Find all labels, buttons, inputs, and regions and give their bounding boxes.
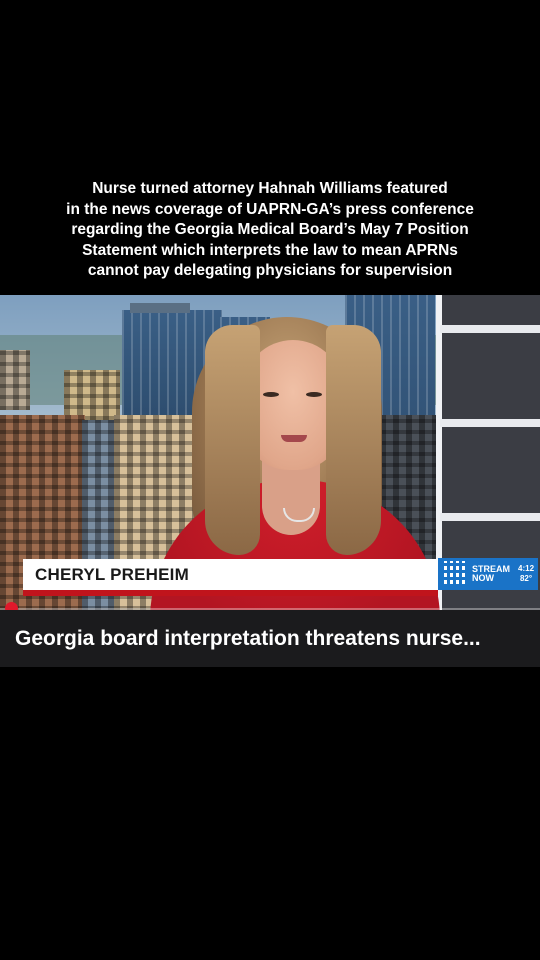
anchor-hair-right	[326, 325, 381, 555]
qr-code-icon	[441, 561, 467, 587]
anchor-name: CHERYL PREHEIM	[35, 564, 189, 584]
stream-now-bug: STREAM NOW 4:12 82°	[438, 558, 538, 590]
studio-light-bar	[440, 419, 540, 427]
headline-text: Georgia board interpretation threatens n…	[15, 626, 481, 650]
building	[130, 303, 190, 313]
time-weather: 4:12 82°	[518, 564, 534, 584]
video-progress-scrubber[interactable]	[5, 602, 18, 610]
temperature: 82°	[519, 574, 533, 583]
anchor-hair-left	[205, 325, 260, 555]
anchor-mouth	[281, 435, 307, 442]
post-caption: Nurse turned attorney Hahnah Williams fe…	[66, 180, 474, 279]
anchor-eye	[306, 392, 322, 397]
studio-light-bar	[440, 325, 540, 333]
lower-third-accent	[23, 590, 438, 596]
lower-third-nameplate: CHERYL PREHEIM	[23, 559, 438, 590]
stream-now-label: STREAM NOW	[472, 565, 510, 583]
studio-light-bar	[440, 513, 540, 521]
clock-time: 4:12	[518, 564, 535, 573]
news-video-player[interactable]: CHERYL PREHEIM STREAM NOW 4:12 82°	[0, 295, 540, 610]
stream-label-line2: NOW	[472, 573, 494, 583]
building	[64, 370, 120, 420]
headline-banner: Georgia board interpretation threatens n…	[0, 610, 540, 667]
building	[0, 350, 30, 410]
anchor-eye	[263, 392, 279, 397]
